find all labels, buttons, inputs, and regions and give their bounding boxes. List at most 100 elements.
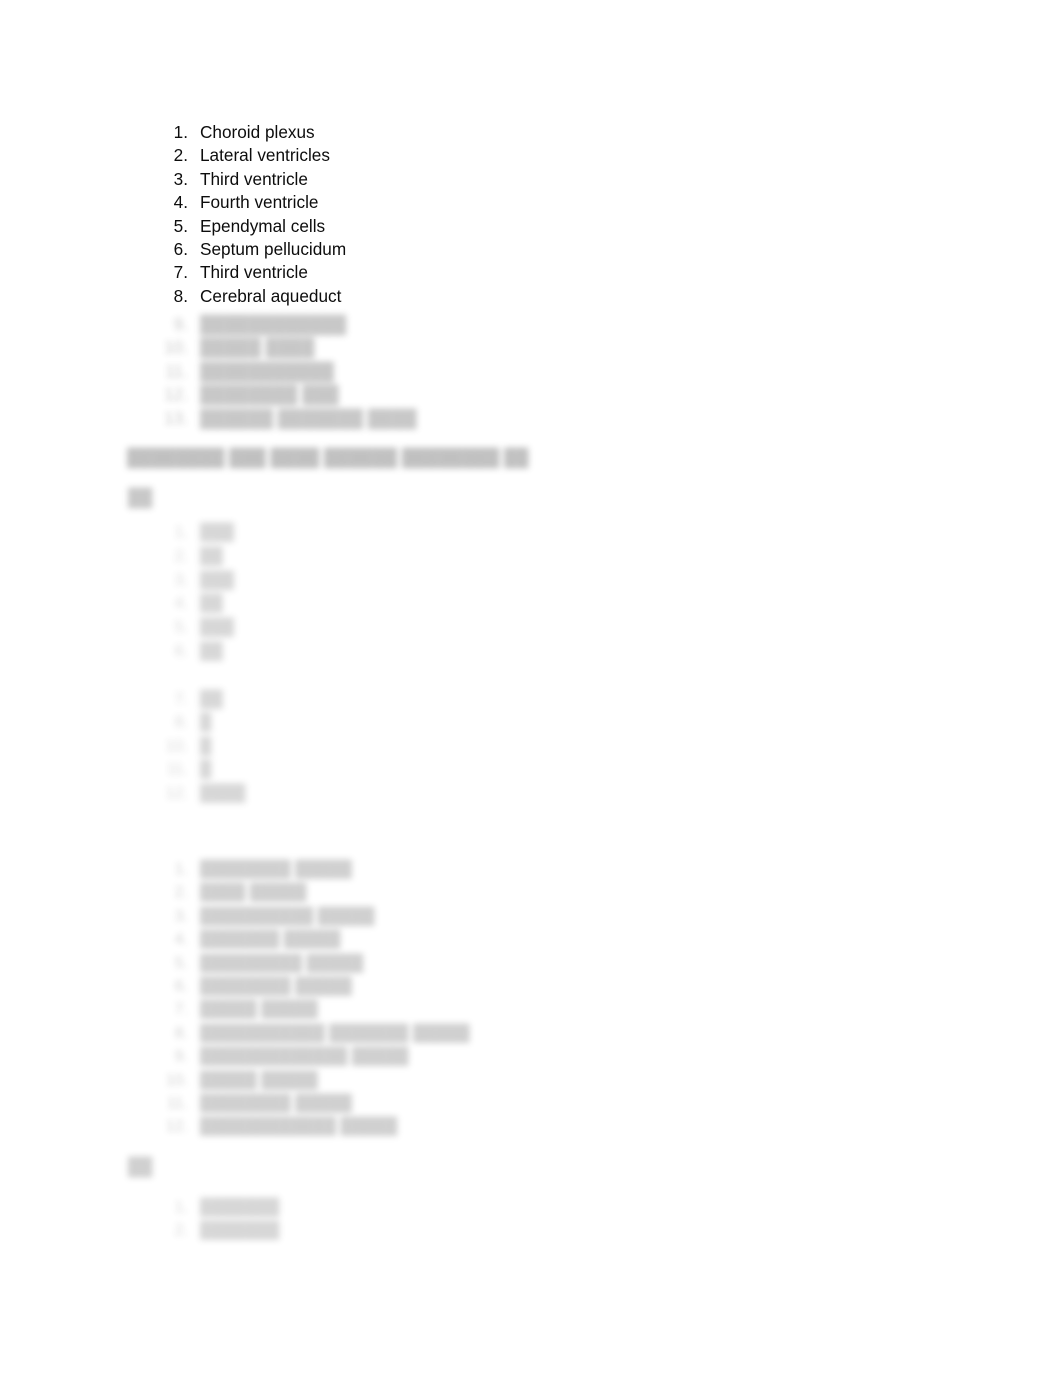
list-item-number: 2. — [174, 1222, 188, 1240]
list-item-label: ███████ — [200, 1199, 280, 1216]
list-item-label: ███████████ ███████ █████ — [200, 1024, 470, 1042]
list-item: 6. ██ — [155, 640, 234, 664]
list-item-label: Third ventricle — [200, 262, 308, 283]
blurred-list-marker: ██ — [128, 487, 153, 507]
list-item: 11. █ — [155, 758, 245, 781]
list-item-number: 11. — [166, 1094, 188, 1112]
blurred-bottom-list: 1. ███████ 2. ███████ — [155, 1196, 280, 1243]
list-item: 3. ██████████ █████ — [155, 905, 470, 928]
list-item-label: ██ — [200, 547, 223, 565]
list-item-number: 2. — [174, 884, 188, 902]
legible-numbered-list: 1. Choroid plexus 2. Lateral ventricles … — [155, 121, 347, 308]
list-item-number: 5. — [174, 619, 188, 637]
list-item-number: 12. — [165, 1118, 188, 1136]
list-item-number: 5. — [173, 215, 188, 236]
list-item: 12. ████████████ █████ — [155, 1115, 470, 1138]
list-item-label: ██████ ███████ ████ — [200, 407, 417, 428]
list-item-number: 8. — [174, 1024, 188, 1042]
list-item-number: 1. — [174, 1199, 188, 1216]
list-item-label: Septum pellucidum — [200, 238, 347, 259]
list-item: 9. █████████████ █████ — [155, 1045, 470, 1068]
list-item-number: 12. — [164, 384, 188, 405]
list-item-label: ███ — [200, 524, 235, 541]
list-item: 2. Lateral ventricles — [155, 144, 346, 167]
list-item-label: Lateral ventricles — [200, 145, 330, 166]
list-item-number: 10. — [164, 337, 188, 358]
list-item: 11. ███████████ — [155, 360, 417, 383]
list-item-number: 6. — [173, 238, 188, 259]
list-item-number: 6. — [174, 977, 188, 995]
list-item-number: 3. — [173, 168, 188, 189]
list-item-label: ████████ ███ — [200, 384, 339, 405]
list-item-label: ███ — [200, 571, 235, 589]
list-item-label: ███ — [200, 619, 235, 637]
list-item: 7. Third ventricle — [155, 261, 346, 284]
list-item-label: █████ █████ — [200, 1001, 318, 1019]
list-item-label: █ — [200, 761, 212, 779]
list-item-number: 7. — [173, 262, 188, 283]
list-item: 4. ██ — [155, 592, 234, 616]
list-item-number: 5. — [174, 954, 188, 972]
list-item: 11. ████████ █████ — [155, 1092, 470, 1115]
list-item-number: 3. — [174, 571, 188, 589]
list-item-label: ███████ █████ — [200, 931, 341, 949]
list-item-number: 9. — [173, 314, 188, 334]
list-item-label: ██████████ █████ — [200, 907, 375, 925]
list-item: 5. Ependymal cells — [155, 215, 346, 238]
list-item: 8. ███████████ ███████ █████ — [155, 1022, 470, 1045]
list-item-label: ███████████ — [200, 360, 334, 381]
document-page: 1. Choroid plexus 2. Lateral ventricles … — [0, 0, 1062, 1376]
list-item-label: █████████████ █████ — [200, 1048, 409, 1066]
list-item-label: ██ — [200, 691, 223, 708]
list-item: 1. ████████ █████ — [155, 858, 470, 881]
list-item-number: 2. — [174, 547, 188, 565]
list-item-number: 8. — [173, 285, 188, 306]
list-item: 4. ███████ █████ — [155, 928, 470, 951]
list-item-number: 2. — [173, 145, 188, 166]
list-item-label: █████ ████ — [200, 337, 315, 358]
list-item: 7. ██ — [155, 688, 245, 711]
list-item-label: ██ — [200, 642, 223, 660]
list-item: 9. ████████████ — [155, 313, 417, 336]
list-item-number: 11. — [166, 761, 188, 779]
list-item-label: Choroid plexus — [200, 122, 315, 142]
list-item-number: 12. — [165, 784, 188, 802]
list-item: 2. ██ — [155, 545, 234, 569]
list-item: 7. █████ █████ — [155, 998, 470, 1021]
list-item: 12. ████████ ███ — [155, 383, 417, 406]
list-item-label: Fourth ventricle — [200, 192, 319, 213]
list-item: 10. █ — [155, 735, 245, 758]
list-item-number: 10. — [165, 737, 188, 755]
list-item: 10. █████ ████ — [155, 336, 417, 359]
list-item: 4. Fourth ventricle — [155, 191, 346, 214]
list-item-number: 7. — [174, 691, 188, 708]
list-item-label: █ — [200, 737, 212, 755]
list-item-label: ████ █████ — [200, 884, 307, 902]
list-item-number: 13. — [164, 407, 188, 428]
list-item-number: 1. — [174, 524, 188, 541]
list-item-label: █████████ █████ — [200, 954, 364, 972]
list-item: 8. Cerebral aqueduct — [155, 285, 346, 308]
blurred-short-list-continued: 7. ██ 8. █ 10. █ 11. █ 12. ████ — [155, 688, 246, 805]
list-item-label: ███████ — [200, 1222, 280, 1240]
list-item-number: 9. — [174, 1048, 188, 1066]
list-item-number: 1. — [173, 122, 188, 142]
blurred-section-heading: ████████ ███ ████ ██████ ████████ ██ — [127, 447, 529, 467]
list-item-number: 11. — [165, 360, 188, 381]
list-item-label: ████████ █████ — [200, 977, 352, 995]
list-item-label: ██ — [200, 595, 223, 613]
list-item-label: Third ventricle — [200, 168, 308, 189]
list-item: 1. ███████ — [155, 1196, 280, 1219]
list-item-number: 1. — [174, 861, 188, 878]
list-item-number: 7. — [174, 1001, 188, 1019]
list-item-label: ████ — [200, 784, 246, 802]
list-item: 5. ███ — [155, 616, 234, 640]
list-item-number: 4. — [173, 192, 188, 213]
list-item: 6. ████████ █████ — [155, 975, 470, 998]
list-item-label: █████ █████ — [200, 1071, 318, 1089]
list-item-label: Ependymal cells — [200, 215, 326, 236]
blurred-twelve-item-list: 1. ████████ █████ 2. ████ █████ 3. █████… — [155, 858, 470, 1139]
list-item-number: 4. — [174, 595, 188, 613]
list-item: 3. Third ventricle — [155, 168, 346, 191]
list-item-number: 10. — [165, 1071, 188, 1089]
